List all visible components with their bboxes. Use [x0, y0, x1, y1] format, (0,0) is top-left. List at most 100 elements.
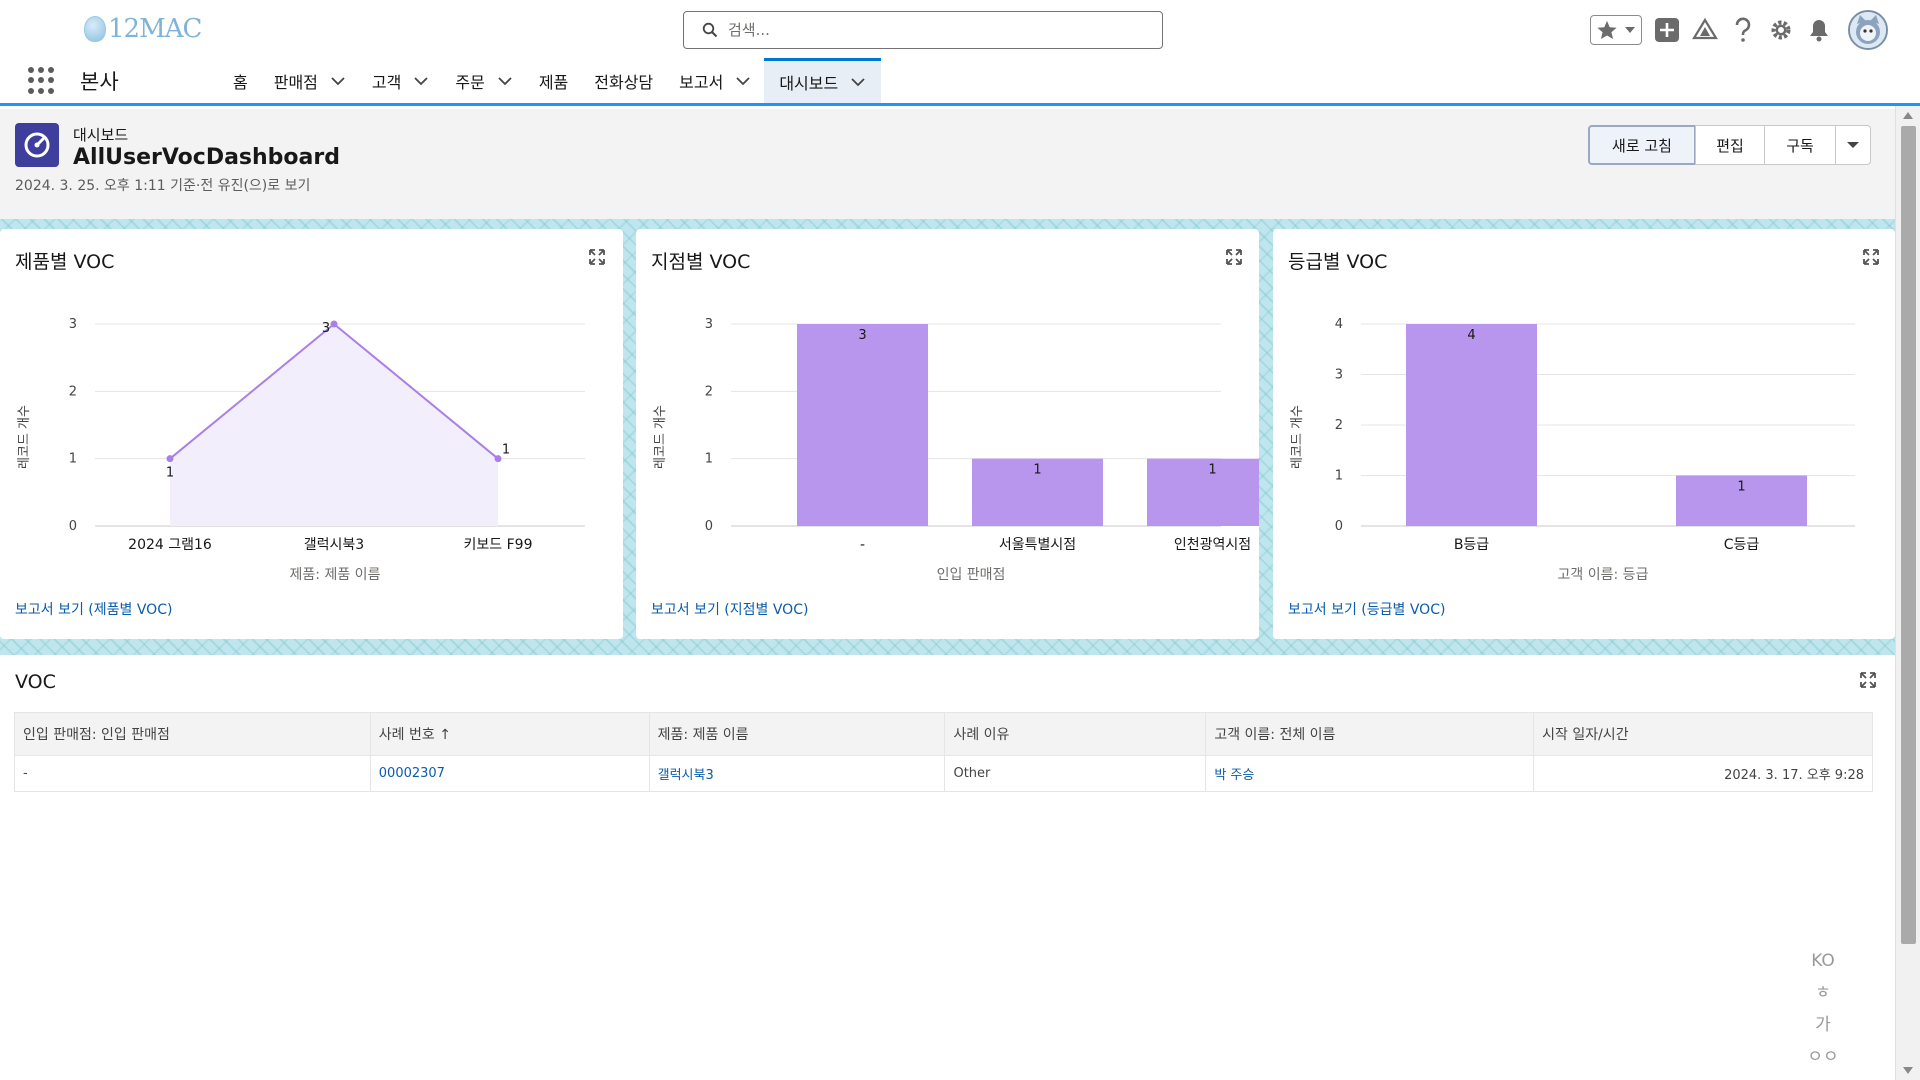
nav-tab-1[interactable]: 판매점 — [261, 58, 359, 103]
ime-language-toolbar[interactable]: KO ㅎ 가 ㅇㅇ — [1806, 945, 1840, 1075]
y-tick-label: 0 — [705, 519, 713, 534]
data-label: 3 — [322, 321, 330, 336]
nav-tab-7[interactable]: 대시보드 — [764, 58, 882, 106]
data-label: 1 — [166, 466, 174, 481]
setup-button[interactable] — [1768, 17, 1794, 43]
chevron-down-icon[interactable] — [735, 76, 751, 86]
page-scrollbar[interactable] — [1895, 106, 1920, 1080]
dashboard-icon — [15, 123, 59, 167]
nav-tab-0[interactable]: 홈 — [220, 58, 261, 103]
logo-mark-icon — [84, 16, 106, 42]
notifications-button[interactable] — [1806, 17, 1832, 43]
company-logo[interactable]: 12MAC — [84, 14, 202, 44]
data-point — [330, 320, 338, 328]
y-tick-label: 3 — [69, 317, 77, 332]
table-cell: Other — [944, 755, 1207, 792]
data-label: 1 — [1033, 463, 1041, 478]
y-axis-label: 레코드 개수 — [17, 405, 32, 469]
dashboard-title: AllUserVocDashboard — [73, 145, 340, 170]
chevron-down-icon[interactable] — [850, 77, 866, 87]
user-avatar[interactable] — [1848, 10, 1888, 50]
global-header: 12MAC — [0, 0, 1920, 58]
x-tick-label: 서울특별시점 — [999, 537, 1076, 553]
help-button[interactable] — [1730, 17, 1756, 43]
y-tick-label: 2 — [705, 384, 713, 399]
edit-button[interactable]: 편집 — [1695, 125, 1765, 165]
bar-chart-grade-voc: 0 1 2 3 4 레코드 개수고객 이름: 등급 4 B등급 1 C등급 — [1290, 317, 1855, 583]
y-tick-label: 2 — [1335, 418, 1343, 433]
chevron-down-icon — [1847, 142, 1859, 148]
ime-item[interactable]: ㅎ — [1806, 977, 1840, 1009]
y-tick-label: 1 — [1335, 469, 1343, 484]
dashboard-meta: 2024. 3. 25. 오후 1:11 기준·전 유진(으)로 보기 — [15, 178, 311, 194]
column-header[interactable]: 시작 일자/시간 — [1533, 712, 1873, 756]
nav-tab-3[interactable]: 주문 — [442, 58, 525, 103]
chart-card-product-voc: 제품별 VOC 0 1 2 3 레코드 개수 제품: 제품 이름 1 2024 그램16 3 갤럭… — [0, 229, 623, 639]
column-header[interactable]: 사례 번호 ↑ — [369, 712, 650, 756]
chevron-down-icon[interactable] — [330, 76, 346, 86]
gear-icon — [1771, 20, 1791, 40]
nav-tab-6[interactable]: 보고서 — [666, 58, 764, 103]
x-tick-label: 키보드 F99 — [464, 537, 533, 553]
nav-tabs: 홈 판매점 고객 주문 제품 전화상담 보고서 대시보드 — [220, 58, 882, 106]
nav-tab-2[interactable]: 고객 — [359, 58, 442, 103]
y-axis-label: 레코드 개수 — [1290, 405, 1305, 469]
column-header[interactable]: 사례 이유 — [944, 712, 1207, 756]
favorites-button[interactable] — [1590, 15, 1642, 45]
nav-tab-5[interactable]: 전화상담 — [581, 58, 666, 103]
data-label: 4 — [1467, 328, 1475, 343]
table-cell[interactable]: 박 주승 — [1205, 755, 1535, 792]
app-name: 본사 — [80, 69, 119, 94]
app-navigation-bar: 본사 홈 판매점 고객 주문 제품 전화상담 보고서 대시보드 — [0, 58, 1920, 106]
chevron-down-icon — [1625, 27, 1635, 33]
y-tick-label: 2 — [69, 384, 77, 399]
ime-item[interactable]: ㅇㅇ — [1806, 1041, 1840, 1073]
trailhead-button[interactable] — [1692, 17, 1718, 43]
voc-table: 인입 판매점: 인입 판매점 사례 번호 ↑ 제품: 제품 이름 사례 이유 고객 이름… — [14, 712, 1873, 792]
nav-tab-4[interactable]: 제품 — [526, 58, 581, 103]
x-tick-label: 갤럭시북3 — [304, 537, 364, 553]
ime-item[interactable]: KO — [1806, 945, 1840, 977]
more-actions-button[interactable] — [1835, 125, 1871, 165]
y-axis-label: 레코드 개수 — [653, 405, 668, 469]
ime-item[interactable]: 가 — [1806, 1009, 1840, 1041]
search-input[interactable] — [728, 21, 1148, 39]
chevron-down-icon[interactable] — [497, 76, 513, 86]
nav-tab-label: 대시보드 — [779, 74, 839, 93]
scroll-thumb[interactable] — [1901, 126, 1916, 944]
voc-table-card: VOC 인입 판매점: 인입 판매점 사례 번호 ↑ 제품: 제품 이름 사례 이유 고… — [0, 655, 1895, 1080]
data-label: 1 — [502, 443, 510, 458]
view-report-link[interactable]: 보고서 보기 (지점별 VOC) — [651, 599, 808, 619]
scroll-up-arrow-icon[interactable] — [1903, 112, 1913, 119]
table-cell[interactable]: 갤럭시북3 — [648, 755, 946, 792]
table-cell[interactable]: 00002307 — [369, 755, 650, 792]
scroll-down-arrow-icon[interactable] — [1903, 1067, 1913, 1074]
y-tick-label: 0 — [69, 519, 77, 534]
refresh-button[interactable]: 새로 고침 — [1588, 125, 1696, 165]
nav-tab-label: 제품 — [538, 72, 569, 92]
x-tick-label: 2024 그램16 — [128, 537, 212, 553]
table-cell: - — [14, 755, 371, 792]
data-label: 3 — [858, 328, 866, 343]
x-axis-label: 제품: 제품 이름 — [290, 567, 381, 583]
column-header[interactable]: 제품: 제품 이름 — [648, 712, 946, 756]
global-actions-button[interactable] — [1654, 17, 1680, 43]
app-launcher-icon[interactable] — [28, 66, 56, 95]
x-tick-label: B등급 — [1454, 537, 1489, 553]
y-tick-label: 3 — [1335, 368, 1343, 383]
nav-tab-label: 홈 — [233, 72, 248, 92]
bar-chart-branch-voc: 0 1 2 3 레코드 개수인입 판매점 3 - 1 서울특별시점 1 인천광역시점 — [653, 317, 1259, 583]
column-header[interactable]: 인입 판매점: 인입 판매점 — [14, 712, 371, 756]
subscribe-button[interactable]: 구독 — [1764, 125, 1836, 165]
chevron-down-icon[interactable] — [413, 76, 429, 86]
global-search[interactable] — [683, 11, 1163, 49]
trailhead-icon — [1692, 18, 1718, 40]
y-tick-label: 4 — [1335, 317, 1343, 332]
view-report-link[interactable]: 보고서 보기 (등급별 VOC) — [1288, 599, 1445, 619]
x-tick-label: C등급 — [1724, 537, 1760, 553]
column-header[interactable]: 고객 이름: 전체 이름 — [1205, 712, 1535, 756]
x-tick-label: - — [860, 537, 865, 553]
view-report-link[interactable]: 보고서 보기 (제품별 VOC) — [15, 599, 172, 619]
expand-icon[interactable] — [1860, 672, 1876, 688]
nav-tab-label: 보고서 — [679, 72, 724, 92]
